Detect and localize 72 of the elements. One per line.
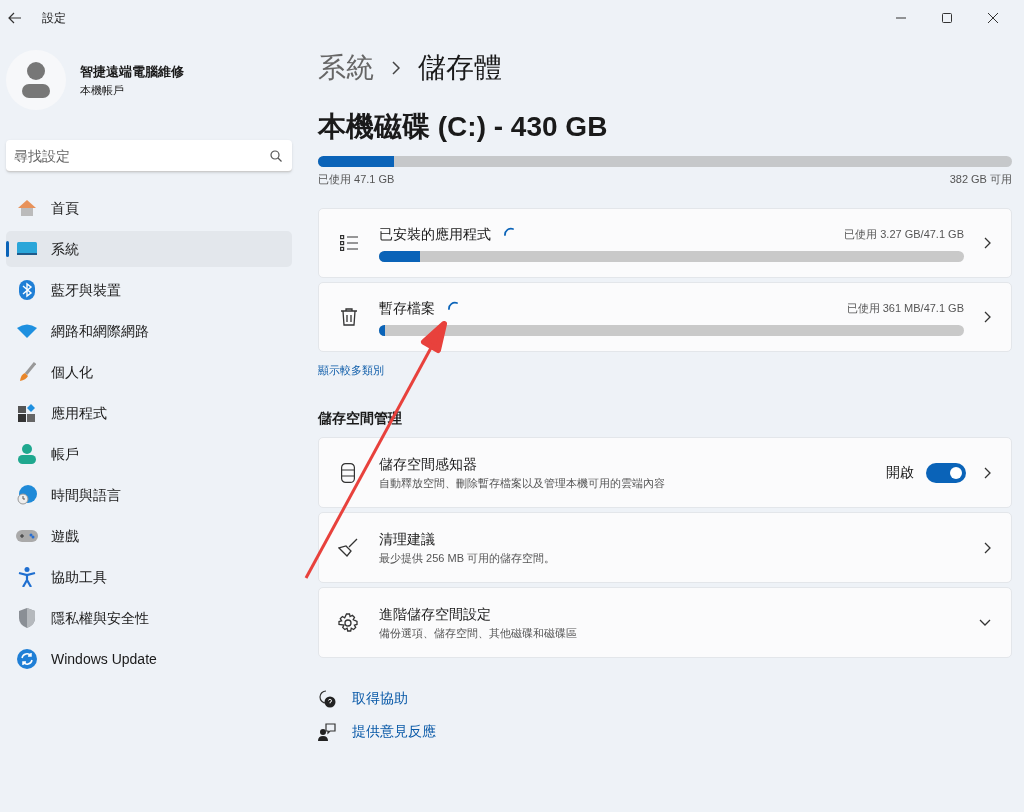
setting-description: 最少提供 256 MB 可用的儲存空間。 <box>379 550 557 566</box>
wifi-icon <box>17 324 37 338</box>
storage-setting-card[interactable]: 進階儲存空間設定 備份選項、儲存空間、其他磁碟和磁碟區 <box>318 587 1012 658</box>
sidebar-item[interactable]: 系統 <box>6 231 292 267</box>
house-icon <box>17 198 37 218</box>
help-chat-icon <box>318 689 336 708</box>
chevron-right-icon <box>984 541 991 554</box>
back-arrow-icon[interactable] <box>8 11 22 25</box>
toggle-label: 開啟 <box>886 463 914 482</box>
sidebar-item[interactable]: 協助工具 <box>6 559 292 595</box>
apps-icon <box>18 404 36 422</box>
close-icon <box>988 13 998 23</box>
used-space-text: 已使用 47.1 GB <box>318 172 395 187</box>
sidebar-item[interactable]: 網路和網際網路 <box>6 313 292 349</box>
breadcrumb-parent[interactable]: 系統 <box>318 47 374 89</box>
storage-setting-card[interactable]: 清理建議 最少提供 256 MB 可用的儲存空間。 <box>318 512 1012 583</box>
sidebar-item[interactable]: 首頁 <box>6 190 292 226</box>
category-name: 暫存檔案 <box>379 298 435 318</box>
monitor-icon <box>17 241 37 257</box>
disk-title: 本機磁碟 (C:) - 430 GB <box>318 110 609 144</box>
sidebar-item[interactable]: 遊戲 <box>6 518 292 554</box>
sidebar-item[interactable]: 隱私權與安全性 <box>6 600 292 636</box>
page-title: 儲存體 <box>418 51 502 85</box>
bluetooth-icon <box>19 280 35 300</box>
storage-category-card[interactable]: 已安裝的應用程式 已使用 3.27 GB/47.1 GB <box>318 207 1012 278</box>
settings-icon <box>338 612 358 633</box>
setting-description: 自動釋放空間、刪除暫存檔案以及管理本機可用的雲端內容 <box>379 475 666 491</box>
search-icon <box>270 150 282 162</box>
category-name: 已安裝的應用程式 <box>379 224 491 244</box>
setting-description: 備份選項、儲存空間、其他磁碟和磁碟區 <box>379 625 578 641</box>
show-more-categories-link[interactable]: 顯示較多類別 <box>318 361 1012 378</box>
chevron-right-icon <box>984 466 991 479</box>
sync-icon <box>17 649 37 669</box>
window-title: 設定 <box>42 10 66 27</box>
toggle-switch[interactable] <box>926 462 966 483</box>
minimize-icon <box>896 17 906 19</box>
maximize-icon <box>942 13 952 23</box>
sidebar-item[interactable]: 藍牙與裝置 <box>6 272 292 308</box>
trash-icon <box>341 307 357 326</box>
sidebar-item[interactable]: Windows Update <box>6 641 292 677</box>
chevron-right-icon <box>984 310 991 323</box>
gamepad-icon <box>16 529 38 543</box>
chevron-right-icon <box>392 61 400 75</box>
account-name: 智捷遠端電腦維修 <box>80 63 184 81</box>
sidebar-item[interactable]: 應用程式 <box>6 395 292 431</box>
person-silhouette-icon <box>21 61 51 99</box>
sidebar-item[interactable]: 帳戶 <box>6 436 292 472</box>
selection-indicator <box>6 241 9 257</box>
free-space-text: 382 GB 可用 <box>949 172 1012 187</box>
accessibility-person-icon <box>18 567 36 587</box>
setting-title: 儲存空間感知器 <box>379 454 478 474</box>
footer-link[interactable]: 取得協助 <box>352 688 408 709</box>
account-type: 本機帳戶 <box>80 82 125 98</box>
paintbrush-icon <box>18 362 36 382</box>
storage-setting-card[interactable]: 儲存空間感知器 自動釋放空間、刪除暫存檔案以及管理本機可用的雲端內容 開啟 <box>318 437 1012 508</box>
setting-title: 進階儲存空間設定 <box>379 604 492 624</box>
storage-drive-icon <box>341 462 355 483</box>
setting-title: 清理建議 <box>379 529 436 549</box>
feedback-person-icon <box>318 722 336 741</box>
list-icon <box>340 234 358 251</box>
broom-icon <box>338 537 358 558</box>
search-field[interactable]: 尋找設定 <box>6 140 292 172</box>
sidebar-item[interactable]: 個人化 <box>6 354 292 390</box>
storage-category-card[interactable]: 暫存檔案 已使用 361 MB/47.1 GB <box>318 281 1012 352</box>
chevron-right-icon <box>984 236 991 249</box>
shield-icon <box>18 608 36 628</box>
category-usage: 已使用 3.27 GB/47.1 GB <box>844 226 964 242</box>
sidebar-item[interactable]: 時間與語言 <box>6 477 292 513</box>
category-usage: 已使用 361 MB/47.1 GB <box>846 300 964 316</box>
person-icon <box>18 444 36 464</box>
globe-clock-icon <box>17 485 37 505</box>
footer-link[interactable]: 提供意見反應 <box>352 721 436 742</box>
